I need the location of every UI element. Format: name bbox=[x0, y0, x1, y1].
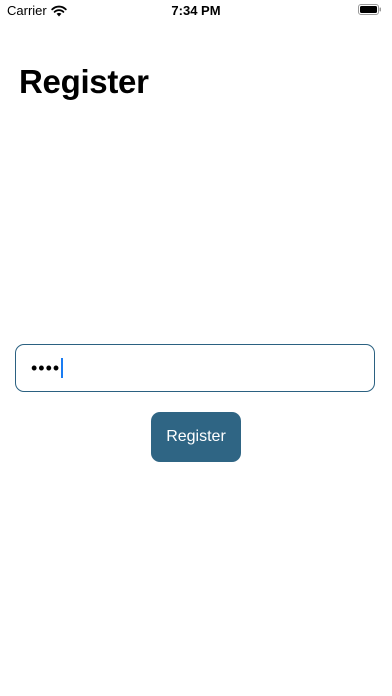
page-title: Register bbox=[19, 63, 149, 100]
password-value: •••• bbox=[31, 358, 61, 378]
battery-icon bbox=[358, 4, 381, 15]
register-screen: Carrier 7:34 PM Register •••• Register bbox=[0, 0, 392, 696]
register-button[interactable]: Register bbox=[151, 412, 241, 462]
status-bar: Carrier 7:34 PM bbox=[0, 0, 392, 22]
password-field[interactable]: •••• bbox=[15, 344, 375, 392]
text-caret bbox=[61, 358, 64, 378]
status-time: 7:34 PM bbox=[171, 3, 221, 18]
